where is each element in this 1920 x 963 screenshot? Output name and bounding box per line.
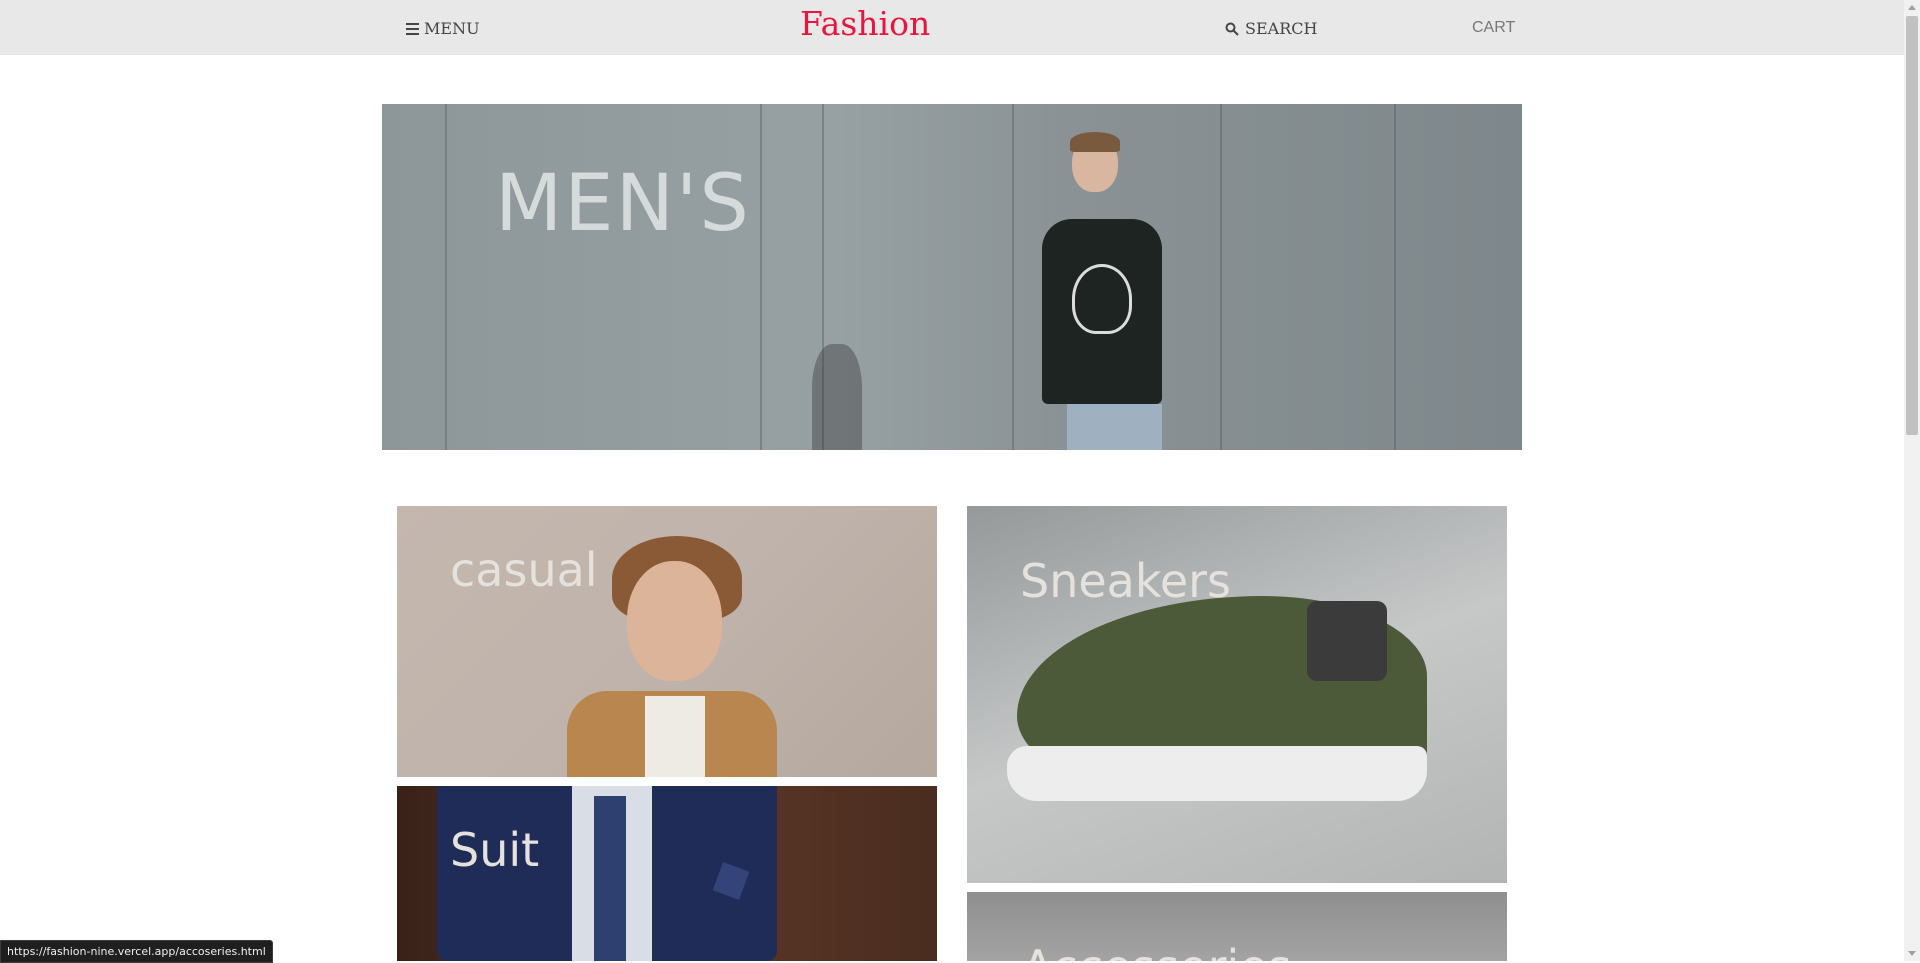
shadow-figure: [812, 344, 862, 450]
skull-print: [1072, 264, 1132, 334]
tie: [594, 796, 626, 961]
search-label: SEARCH: [1245, 19, 1318, 38]
scroll-up-arrow-icon[interactable]: [1908, 5, 1916, 10]
model-shirt: [645, 696, 705, 777]
scroll-down-arrow-icon[interactable]: [1908, 951, 1916, 956]
hamburger-icon: [406, 22, 419, 35]
category-label: Suit: [450, 823, 540, 877]
search-icon: [1225, 22, 1239, 36]
hero-title: MEN'S: [495, 159, 751, 249]
category-tile-casual[interactable]: casual: [397, 506, 937, 777]
category-label: Accessories: [1022, 940, 1292, 961]
model-hair: [1070, 132, 1120, 152]
menu-button[interactable]: MENU: [406, 19, 480, 38]
category-label: Sneakers: [1020, 554, 1232, 608]
sneaker-heel: [1307, 601, 1387, 681]
wall-panel-line: [1220, 104, 1222, 450]
model-face: [627, 561, 722, 681]
wall-panel-line: [445, 104, 447, 450]
top-navbar: MENU Fashion SEARCH CART: [0, 0, 1904, 55]
search-button[interactable]: SEARCH: [1225, 19, 1317, 38]
menu-label: MENU: [424, 19, 480, 38]
category-label: casual: [450, 543, 598, 597]
mens-hero-banner[interactable]: MEN'S: [382, 104, 1522, 450]
category-tile-accessories[interactable]: Accessories: [967, 892, 1507, 961]
model-jeans: [1067, 404, 1162, 450]
page-scrollbar[interactable]: [1904, 0, 1920, 961]
scrollbar-thumb[interactable]: [1906, 16, 1918, 435]
cart-link[interactable]: CART: [1472, 19, 1515, 37]
site-logo[interactable]: Fashion: [800, 4, 930, 43]
wall-panel-line: [1394, 104, 1396, 450]
link-status-url: https://fashion-nine.vercel.app/accoseri…: [0, 940, 273, 963]
wall-panel-line: [1012, 104, 1014, 450]
wall-panel-line: [760, 104, 762, 450]
category-tile-sneakers[interactable]: Sneakers: [967, 506, 1507, 883]
sneaker-sole: [1007, 746, 1427, 801]
category-tile-suit[interactable]: Suit: [397, 786, 937, 961]
